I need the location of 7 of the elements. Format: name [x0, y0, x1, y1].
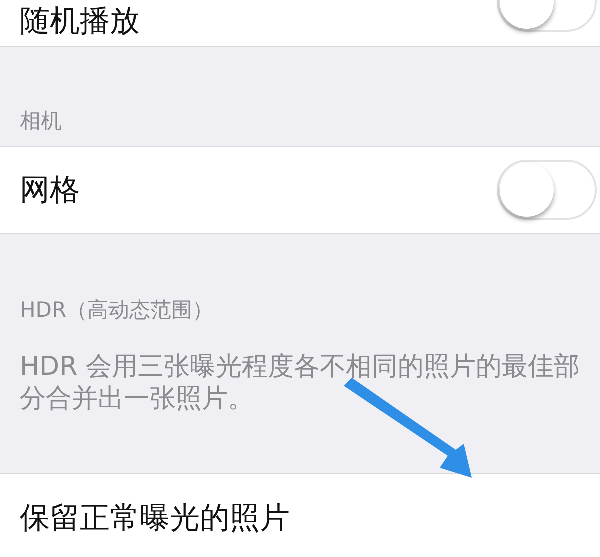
row-label: 随机播放 — [20, 4, 140, 41]
row-label: 网格 — [20, 172, 80, 210]
section-header: HDR（高动态范围） — [19, 298, 215, 324]
section-note: HDR 会用三张曝光程度各不相同的照片的最佳部分合并出一张照片。 — [19, 351, 581, 416]
toggle-switch[interactable] — [497, 160, 597, 220]
section-header: 相机 — [19, 109, 63, 134]
row-label: 保留正常曝光的照片 — [20, 500, 290, 538]
